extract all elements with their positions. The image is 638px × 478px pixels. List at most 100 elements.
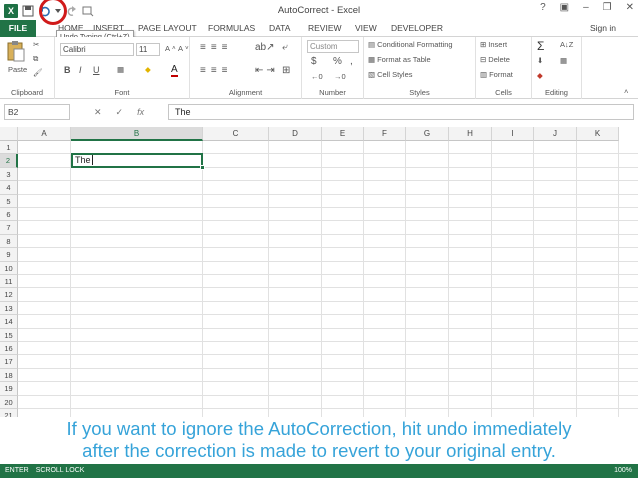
row-header-3[interactable]: 3 bbox=[0, 167, 18, 182]
merge-center-icon[interactable]: ⊞ bbox=[282, 65, 290, 76]
column-header-b[interactable]: B bbox=[71, 127, 203, 141]
row-header-16[interactable]: 16 bbox=[0, 342, 18, 356]
bold-button[interactable]: B bbox=[64, 65, 71, 75]
select-all-corner[interactable] bbox=[0, 127, 18, 141]
cut-icon[interactable]: ✂ bbox=[33, 40, 39, 49]
active-cell-b2[interactable]: The bbox=[71, 153, 205, 170]
row-header-11[interactable]: 11 bbox=[0, 275, 18, 289]
sort-filter-icon[interactable]: A↓Z bbox=[560, 40, 573, 49]
increase-decimal-icon[interactable]: ←0 bbox=[311, 72, 323, 81]
fill-icon[interactable]: ⬇ bbox=[537, 56, 543, 65]
formula-input[interactable]: The bbox=[168, 104, 634, 120]
gridline-horizontal bbox=[18, 193, 638, 195]
column-header-g[interactable]: G bbox=[406, 127, 449, 141]
column-header-e[interactable]: E bbox=[322, 127, 364, 141]
comma-button[interactable]: , bbox=[350, 56, 353, 67]
fill-handle[interactable] bbox=[200, 165, 205, 170]
format-cells-button[interactable]: ▥ Format bbox=[480, 70, 513, 79]
grow-font-icon[interactable]: A ˄ bbox=[165, 44, 176, 53]
indent-icons[interactable]: ⇤⇥ bbox=[255, 65, 278, 76]
row-header-21[interactable]: 21 bbox=[0, 409, 18, 417]
currency-button[interactable]: $ bbox=[311, 56, 317, 67]
insert-cells-label: Insert bbox=[488, 40, 508, 49]
font-name-select[interactable]: Calibri bbox=[60, 43, 134, 56]
ribbon-display-icon[interactable]: ▣ bbox=[560, 2, 569, 13]
row-header-19[interactable]: 19 bbox=[0, 382, 18, 396]
conditional-formatting-button[interactable]: ▤ Conditional Formatting bbox=[368, 40, 453, 49]
tab-page-layout[interactable]: PAGE LAYOUT bbox=[138, 20, 197, 37]
row-header-2[interactable]: 2 bbox=[0, 154, 18, 168]
orientation-icon[interactable]: ab↗ bbox=[255, 42, 275, 53]
row-header-10[interactable]: 10 bbox=[0, 261, 18, 275]
row-header-12[interactable]: 12 bbox=[0, 288, 18, 302]
collapse-ribbon-icon[interactable]: ˄ bbox=[624, 87, 628, 96]
clear-icon[interactable]: ◆ bbox=[537, 71, 543, 80]
percent-button[interactable]: % bbox=[333, 56, 342, 67]
horizontal-align-icons[interactable]: ≡≡≡ bbox=[200, 65, 233, 76]
column-header-i[interactable]: I bbox=[492, 127, 534, 141]
title-bar: AutoCorrect - Excel X ? ▣ – ❐ ✕ bbox=[0, 0, 638, 25]
vertical-align-icons[interactable]: ≡≡≡ bbox=[200, 42, 233, 53]
column-header-f[interactable]: F bbox=[364, 127, 406, 141]
insert-function-icon[interactable]: fx bbox=[137, 107, 144, 117]
row-header-15[interactable]: 15 bbox=[0, 328, 18, 342]
autosum-icon[interactable]: Σ bbox=[537, 39, 544, 53]
row-header-5[interactable]: 5 bbox=[0, 194, 18, 208]
insert-cells-button[interactable]: ⊞ Insert bbox=[480, 40, 507, 49]
row-header-9[interactable]: 9 bbox=[0, 248, 18, 262]
sign-in-link[interactable]: Sign in bbox=[590, 20, 616, 37]
paste-icon[interactable] bbox=[6, 40, 26, 62]
row-header-17[interactable]: 17 bbox=[0, 355, 18, 369]
cell-styles-button[interactable]: ▧ Cell Styles bbox=[368, 70, 413, 79]
spreadsheet-grid[interactable]: A B C D E F G H I J K 1 2 3 4 5 6 7 8 9 10 11 12 13 14 15 16 17 18 19… bbox=[0, 127, 638, 417]
tab-file[interactable]: FILE bbox=[0, 20, 36, 37]
tab-data[interactable]: DATA bbox=[269, 20, 290, 37]
row-header-7[interactable]: 7 bbox=[0, 221, 18, 235]
close-button[interactable]: ✕ bbox=[626, 2, 634, 13]
confirm-entry-icon[interactable]: ✓ bbox=[116, 107, 124, 118]
column-header-h[interactable]: H bbox=[449, 127, 492, 141]
italic-button[interactable]: I bbox=[79, 65, 82, 75]
cancel-entry-icon[interactable]: ✕ bbox=[94, 107, 102, 118]
column-header-j[interactable]: J bbox=[534, 127, 577, 141]
wrap-text-icon[interactable]: ⤶ bbox=[282, 42, 288, 53]
tab-view[interactable]: VIEW bbox=[355, 20, 377, 37]
save-icon[interactable] bbox=[21, 4, 35, 18]
row-header-1[interactable]: 1 bbox=[0, 141, 18, 155]
paste-button[interactable]: Paste bbox=[8, 65, 27, 74]
format-painter-icon[interactable]: 🖌 bbox=[33, 68, 43, 77]
row-header-6[interactable]: 6 bbox=[0, 208, 18, 222]
tab-developer[interactable]: DEVELOPER bbox=[391, 20, 443, 37]
zoom-level[interactable]: 100% bbox=[614, 464, 632, 478]
format-as-table-button[interactable]: ▦ Format as Table bbox=[368, 55, 431, 64]
borders-icon[interactable]: ▦ bbox=[117, 65, 124, 74]
column-header-k[interactable]: K bbox=[577, 127, 619, 141]
help-icon[interactable]: ? bbox=[540, 2, 546, 13]
minimize-button[interactable]: – bbox=[583, 2, 589, 13]
column-header-d[interactable]: D bbox=[269, 127, 322, 141]
delete-cells-button[interactable]: ⊟ Delete bbox=[480, 55, 510, 64]
fill-color-icon[interactable]: ◆ bbox=[145, 65, 151, 74]
restore-button[interactable]: ❐ bbox=[603, 2, 612, 13]
font-size-select[interactable]: 11 bbox=[136, 43, 160, 56]
column-header-c[interactable]: C bbox=[203, 127, 269, 141]
row-header-18[interactable]: 18 bbox=[0, 368, 18, 383]
font-color-icon[interactable]: A bbox=[171, 64, 178, 77]
customize-icon[interactable] bbox=[81, 4, 95, 18]
column-header-a[interactable]: A bbox=[18, 127, 71, 141]
row-header-13[interactable]: 13 bbox=[0, 301, 18, 316]
row-header-8[interactable]: 8 bbox=[0, 234, 18, 249]
copy-icon[interactable]: ⧉ bbox=[33, 54, 38, 64]
gridline-vertical bbox=[618, 141, 619, 417]
underline-button[interactable]: U bbox=[93, 65, 100, 75]
tab-formulas[interactable]: FORMULAS bbox=[208, 20, 255, 37]
decrease-decimal-icon[interactable]: →0 bbox=[334, 72, 346, 81]
row-header-14[interactable]: 14 bbox=[0, 315, 18, 329]
find-select-icon[interactable]: ▦ bbox=[560, 56, 567, 65]
tab-review[interactable]: REVIEW bbox=[308, 20, 342, 37]
shrink-font-icon[interactable]: A ˅ bbox=[178, 44, 189, 53]
name-box[interactable]: B2 bbox=[4, 104, 70, 120]
row-header-20[interactable]: 20 bbox=[0, 395, 18, 409]
number-format-select[interactable]: Custom bbox=[307, 40, 359, 53]
row-header-4[interactable]: 4 bbox=[0, 181, 18, 195]
